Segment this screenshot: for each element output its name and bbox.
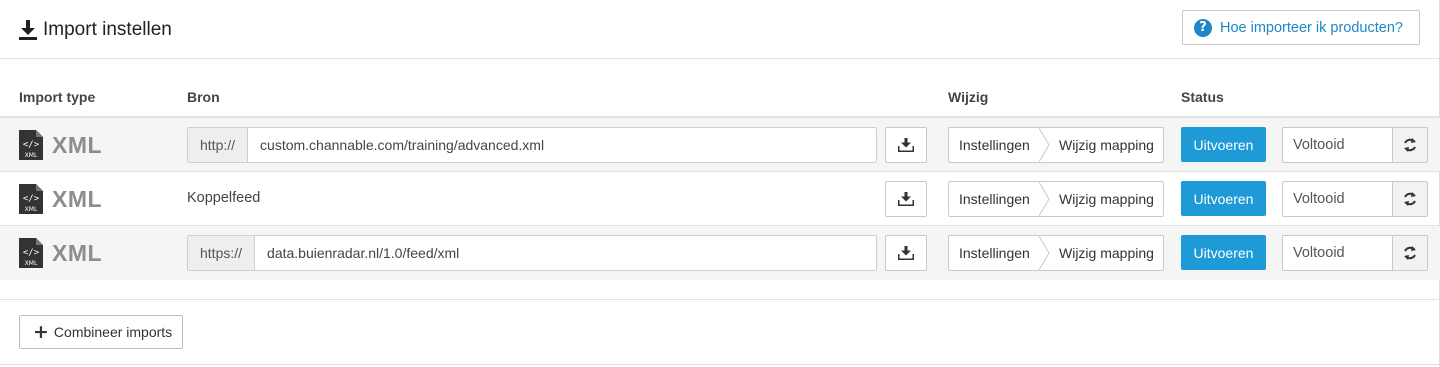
url-value[interactable]: custom.channable.com/training/advanced.x… (248, 128, 876, 162)
table-row: </> XML XML https:// data.buienradar.nl/… (0, 226, 1440, 280)
run-button[interactable]: Uitvoeren (1181, 127, 1266, 162)
refresh-button[interactable] (1393, 128, 1427, 162)
table-row: </> XML XML Koppelfeed Instellingen Wijz… (0, 172, 1440, 226)
import-type-cell: </> XML XML (19, 238, 102, 268)
edit-mapping-link[interactable]: Wijzig mapping (1051, 182, 1154, 216)
download-button[interactable] (885, 235, 927, 271)
status-field: Voltooid (1282, 235, 1428, 271)
combine-imports-button[interactable]: + Combineer imports (19, 315, 183, 349)
svg-text:</>: </> (23, 248, 40, 258)
url-protocol: https:// (188, 236, 256, 270)
source-url-field[interactable]: http:// custom.channable.com/training/ad… (187, 127, 877, 163)
url-protocol: http:// (188, 128, 249, 162)
import-type-label: XML (52, 239, 103, 266)
edit-breadcrumb: Instellingen Wijzig mapping (948, 181, 1164, 217)
status-field: Voltooid (1282, 181, 1428, 217)
refresh-icon (1404, 138, 1416, 152)
chevron-right-icon (1039, 182, 1050, 216)
xml-file-icon: </> XML (19, 238, 43, 268)
table-header: Import type Bron Wijzig Status (0, 59, 1440, 118)
question-icon: ? (1194, 18, 1212, 37)
chevron-right-icon (1039, 236, 1050, 270)
import-type-label: XML (52, 131, 103, 158)
plus-icon: + (33, 320, 49, 343)
page-title: Import instellen (19, 17, 172, 43)
import-type-label: XML (52, 185, 103, 212)
import-type-cell: </> XML XML (19, 184, 102, 214)
footer-divider (0, 299, 1440, 300)
settings-link[interactable]: Instellingen (949, 182, 1039, 216)
edit-breadcrumb: Instellingen Wijzig mapping (948, 127, 1164, 163)
edit-mapping-link[interactable]: Wijzig mapping (1051, 236, 1154, 270)
status-value: Voltooid (1283, 182, 1393, 216)
svg-text:</>: </> (23, 194, 40, 204)
help-import-label: Hoe importeer ik producten? (1220, 19, 1403, 36)
url-value[interactable]: data.buienradar.nl/1.0/feed/xml (255, 236, 876, 270)
import-type-cell: </> XML XML (19, 130, 102, 160)
refresh-icon (1404, 246, 1416, 260)
download-button[interactable] (885, 181, 927, 217)
page-title-text: Import instellen (43, 19, 172, 40)
run-button[interactable]: Uitvoeren (1181, 181, 1266, 216)
settings-link[interactable]: Instellingen (949, 236, 1039, 270)
svg-text:XML: XML (25, 260, 38, 267)
settings-link[interactable]: Instellingen (949, 128, 1039, 162)
edit-breadcrumb: Instellingen Wijzig mapping (948, 235, 1164, 271)
import-settings-panel: Import instellen ? Hoe importeer ik prod… (0, 0, 1440, 367)
help-import-button[interactable]: ? Hoe importeer ik producten? (1182, 10, 1420, 45)
refresh-button[interactable] (1393, 236, 1427, 270)
svg-text:XML: XML (25, 152, 38, 159)
download-tray-icon (898, 246, 914, 260)
xml-file-icon: </> XML (19, 184, 43, 214)
col-edit: Wijzig (948, 89, 989, 105)
status-field: Voltooid (1282, 127, 1428, 163)
run-button[interactable]: Uitvoeren (1181, 235, 1266, 270)
svg-text:XML: XML (25, 206, 38, 213)
source-text: Koppelfeed (187, 190, 261, 206)
col-source: Bron (187, 89, 220, 105)
status-value: Voltooid (1283, 236, 1393, 270)
col-import-type: Import type (19, 89, 96, 105)
svg-text:</>: </> (23, 140, 40, 150)
download-button[interactable] (885, 127, 927, 163)
table-row: </> XML XML http:// custom.channable.com… (0, 118, 1440, 172)
status-value: Voltooid (1283, 128, 1393, 162)
panel-bottom-border (0, 364, 1440, 365)
chevron-right-icon (1039, 128, 1050, 162)
source-url-field[interactable]: https:// data.buienradar.nl/1.0/feed/xml (187, 235, 877, 271)
combine-imports-label: Combineer imports (53, 324, 173, 340)
refresh-button[interactable] (1393, 182, 1427, 216)
refresh-icon (1404, 192, 1416, 206)
panel-header: Import instellen ? Hoe importeer ik prod… (0, 0, 1439, 59)
download-icon (19, 20, 37, 40)
col-status: Status (1181, 89, 1224, 105)
edit-mapping-link[interactable]: Wijzig mapping (1051, 128, 1154, 162)
download-tray-icon (898, 192, 914, 206)
xml-file-icon: </> XML (19, 130, 43, 160)
download-tray-icon (898, 138, 914, 152)
